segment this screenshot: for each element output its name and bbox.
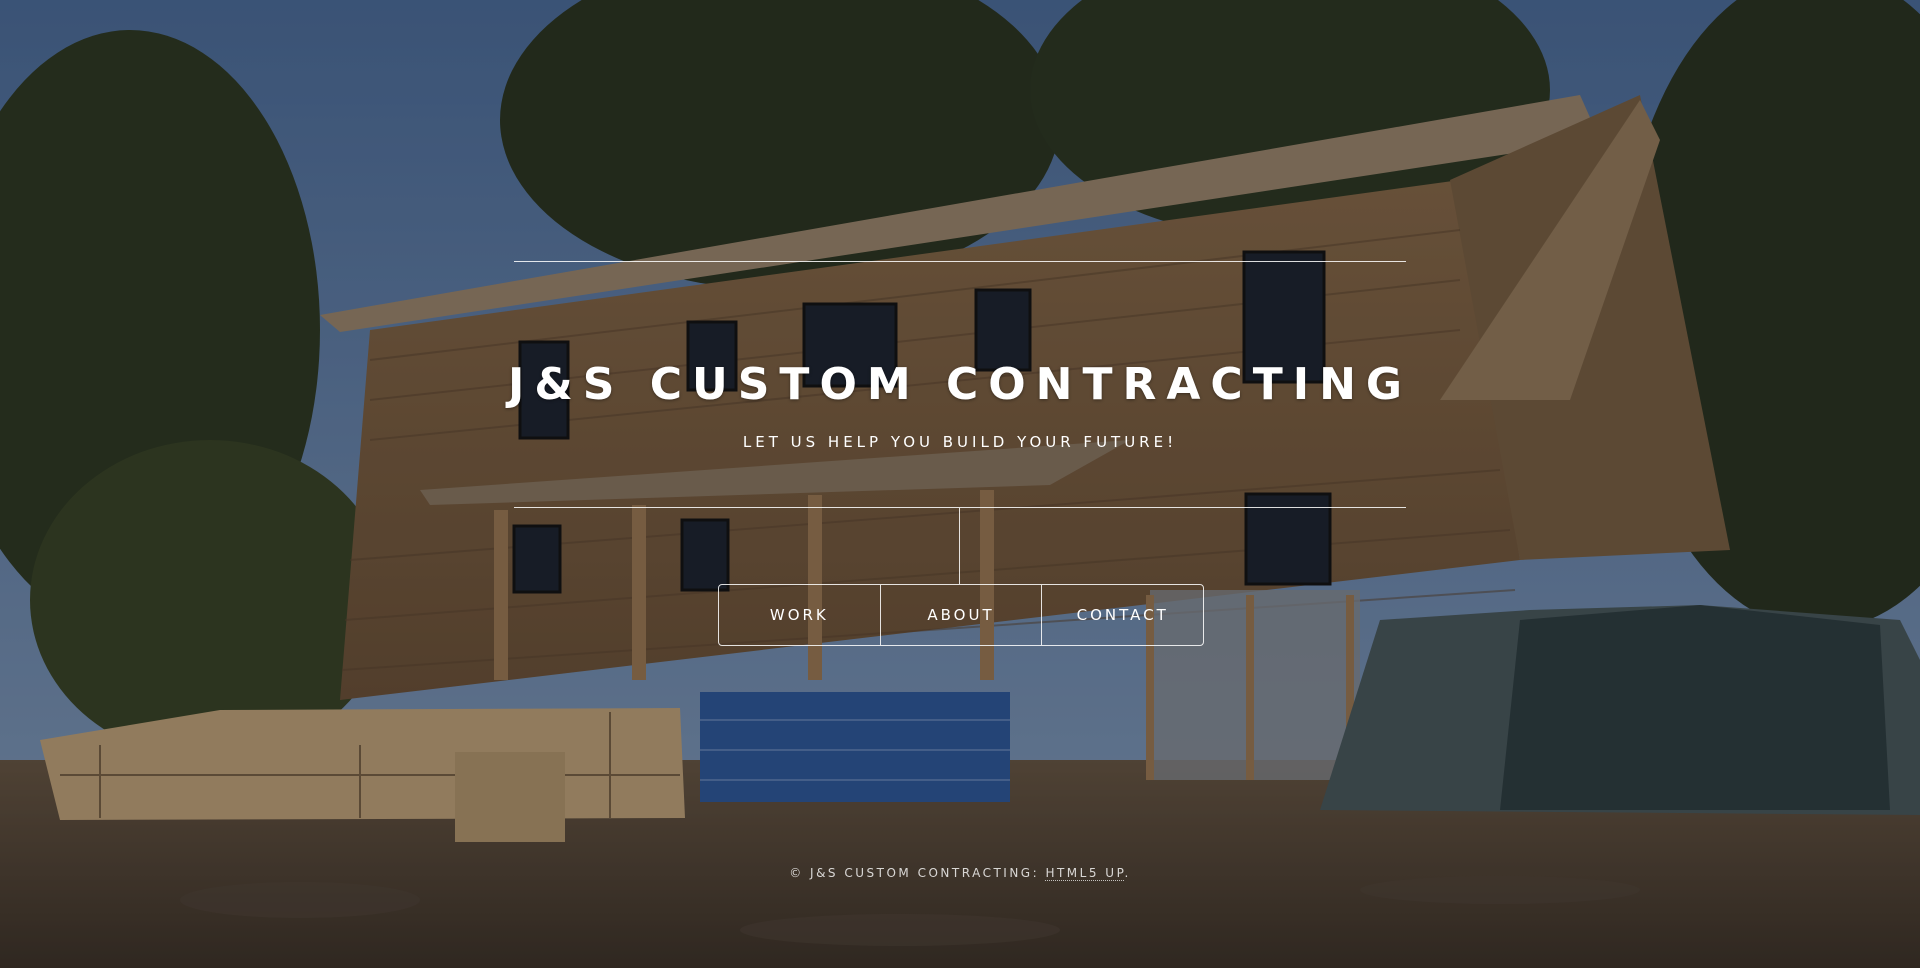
main-nav: WORK ABOUT CONTACT <box>718 584 1204 646</box>
footer-credit-link[interactable]: HTML5 UP <box>1045 866 1125 881</box>
nav-work-link[interactable]: WORK <box>719 585 880 645</box>
site-tagline: LET US HELP YOU BUILD YOUR FUTURE! <box>742 433 1178 451</box>
site-title: J&S CUSTOM CONTRACTING <box>507 359 1413 411</box>
header-bottom-rule <box>514 507 1406 508</box>
nav-connector-line <box>959 508 960 584</box>
nav-about-link[interactable]: ABOUT <box>879 585 1042 645</box>
nav-contact-link[interactable]: CONTACT <box>1041 585 1203 645</box>
header-top-rule <box>514 261 1406 262</box>
footer-copyright: © J&S CUSTOM CONTRACTING: <box>789 866 1046 880</box>
site-header: J&S CUSTOM CONTRACTING LET US HELP YOU B… <box>0 0 1920 968</box>
footer-period: . <box>1124 866 1131 880</box>
site-footer: © J&S CUSTOM CONTRACTING: HTML5 UP. <box>0 866 1920 881</box>
